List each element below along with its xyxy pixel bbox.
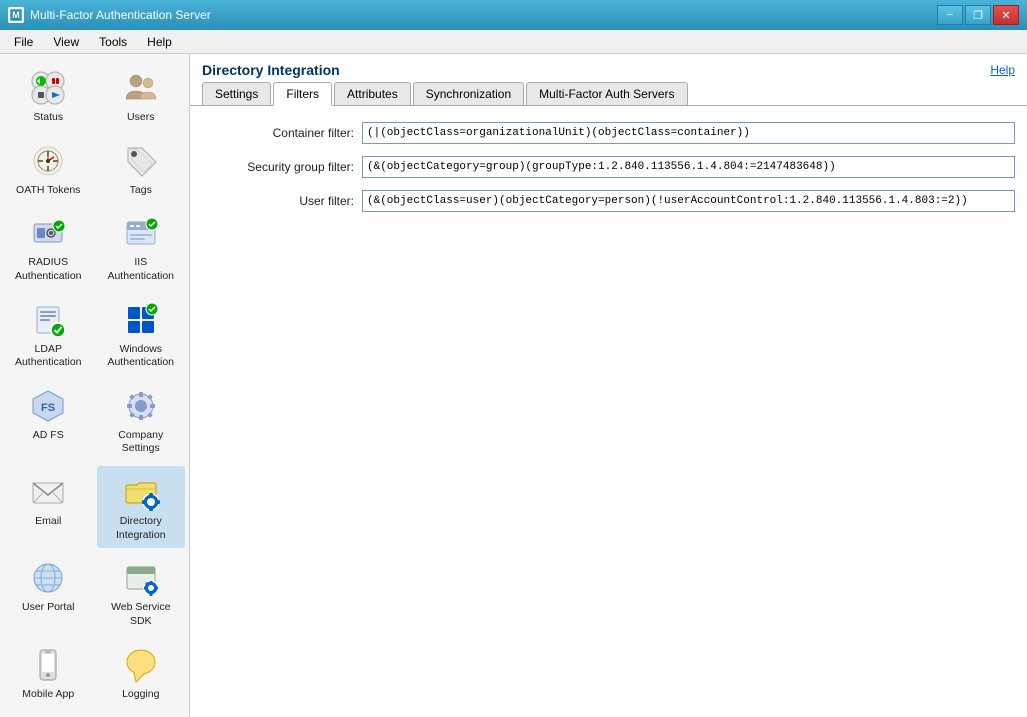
oath-icon	[28, 141, 68, 181]
status-icon	[28, 68, 68, 108]
window-title: Multi-Factor Authentication Server	[30, 8, 211, 22]
container-filter-input[interactable]	[362, 122, 1015, 144]
sdk-icon	[121, 558, 161, 598]
company-icon	[121, 386, 161, 426]
sidebar-item-tags[interactable]: Tags	[97, 135, 186, 204]
menu-file[interactable]: File	[4, 33, 43, 51]
sidebar-item-ad-fs[interactable]: FS AD FS	[4, 380, 93, 462]
page-title: Directory Integration	[202, 62, 340, 78]
sidebar-item-directory-integration[interactable]: Directory Integration	[97, 466, 186, 548]
sidebar-grid: Status Users	[4, 62, 185, 707]
user-filter-input[interactable]	[362, 190, 1015, 212]
sidebar-item-status[interactable]: Status	[4, 62, 93, 131]
email-label: Email	[35, 515, 61, 529]
menu-help[interactable]: Help	[137, 33, 182, 51]
ldap-label: LDAP Authentication	[8, 343, 89, 370]
security-group-filter-input[interactable]	[362, 156, 1015, 178]
sidebar-item-oath-tokens[interactable]: OATH Tokens	[4, 135, 93, 204]
tags-label: Tags	[130, 184, 152, 198]
windows-icon	[121, 300, 161, 340]
iis-icon	[121, 213, 161, 253]
tabs-container: Settings Filters Attributes Synchronizat…	[190, 82, 1027, 106]
sidebar: Status Users	[0, 54, 190, 717]
status-label: Status	[33, 111, 63, 125]
sidebar-item-company-settings[interactable]: Company Settings	[97, 380, 186, 462]
container-filter-label: Container filter:	[202, 126, 362, 140]
iis-label: IIS Authentication	[101, 256, 182, 283]
minimize-button[interactable]: −	[937, 5, 963, 25]
tab-attributes[interactable]: Attributes	[334, 82, 411, 105]
app-icon: M	[8, 7, 24, 23]
ldap-icon	[28, 300, 68, 340]
sidebar-item-windows-auth[interactable]: Windows Authentication	[97, 294, 186, 376]
menu-tools[interactable]: Tools	[89, 33, 137, 51]
oath-label: OATH Tokens	[16, 184, 80, 198]
sidebar-item-iis-auth[interactable]: IIS Authentication	[97, 207, 186, 289]
tab-settings[interactable]: Settings	[202, 82, 271, 105]
container-filter-row: Container filter:	[202, 122, 1015, 144]
tags-icon	[121, 141, 161, 181]
portal-label: User Portal	[22, 601, 75, 615]
tab-filters[interactable]: Filters	[273, 82, 332, 106]
help-link[interactable]: Help	[990, 63, 1015, 77]
window-controls: − ❐ ✕	[937, 5, 1019, 25]
content-area: Directory Integration Help Settings Filt…	[190, 54, 1027, 717]
main-layout: Status Users	[0, 54, 1027, 717]
sidebar-item-ldap-auth[interactable]: LDAP Authentication	[4, 294, 93, 376]
svg-text:M: M	[12, 10, 20, 20]
logging-label: Logging	[122, 688, 159, 702]
svg-text:FS: FS	[41, 402, 55, 414]
directory-icon	[121, 472, 161, 512]
company-label: Company Settings	[101, 429, 182, 456]
restore-button[interactable]: ❐	[965, 5, 991, 25]
filters-panel: Container filter: Security group filter:…	[190, 106, 1027, 240]
sidebar-item-web-service-sdk[interactable]: Web Service SDK	[97, 552, 186, 634]
sidebar-item-mobile-app[interactable]: Mobile App	[4, 639, 93, 708]
adfs-label: AD FS	[33, 429, 64, 443]
portal-icon	[28, 558, 68, 598]
sidebar-item-email[interactable]: Email	[4, 466, 93, 548]
users-label: Users	[127, 111, 154, 125]
content-header: Directory Integration Help	[190, 54, 1027, 82]
adfs-icon: FS	[28, 386, 68, 426]
sidebar-item-users[interactable]: Users	[97, 62, 186, 131]
sidebar-item-logging[interactable]: Logging	[97, 639, 186, 708]
user-filter-row: User filter:	[202, 190, 1015, 212]
sidebar-item-radius-auth[interactable]: RADIUS Authentication	[4, 207, 93, 289]
logging-icon	[121, 645, 161, 685]
user-filter-label: User filter:	[202, 194, 362, 208]
sidebar-item-user-portal[interactable]: User Portal	[4, 552, 93, 634]
sdk-label: Web Service SDK	[101, 601, 182, 628]
tab-synchronization[interactable]: Synchronization	[413, 82, 524, 105]
menu-view[interactable]: View	[43, 33, 89, 51]
radius-icon	[28, 213, 68, 253]
title-bar: M Multi-Factor Authentication Server − ❐…	[0, 0, 1027, 30]
windows-label: Windows Authentication	[101, 343, 182, 370]
radius-label: RADIUS Authentication	[8, 256, 89, 283]
menu-bar: File View Tools Help	[0, 30, 1027, 54]
tab-mfa-servers[interactable]: Multi-Factor Auth Servers	[526, 82, 687, 105]
close-button[interactable]: ✕	[993, 5, 1019, 25]
users-icon	[121, 68, 161, 108]
directory-label: Directory Integration	[101, 515, 182, 542]
mobile-icon	[28, 645, 68, 685]
mobile-label: Mobile App	[22, 688, 74, 702]
email-icon	[28, 472, 68, 512]
security-group-filter-row: Security group filter:	[202, 156, 1015, 178]
security-group-filter-label: Security group filter:	[202, 160, 362, 174]
